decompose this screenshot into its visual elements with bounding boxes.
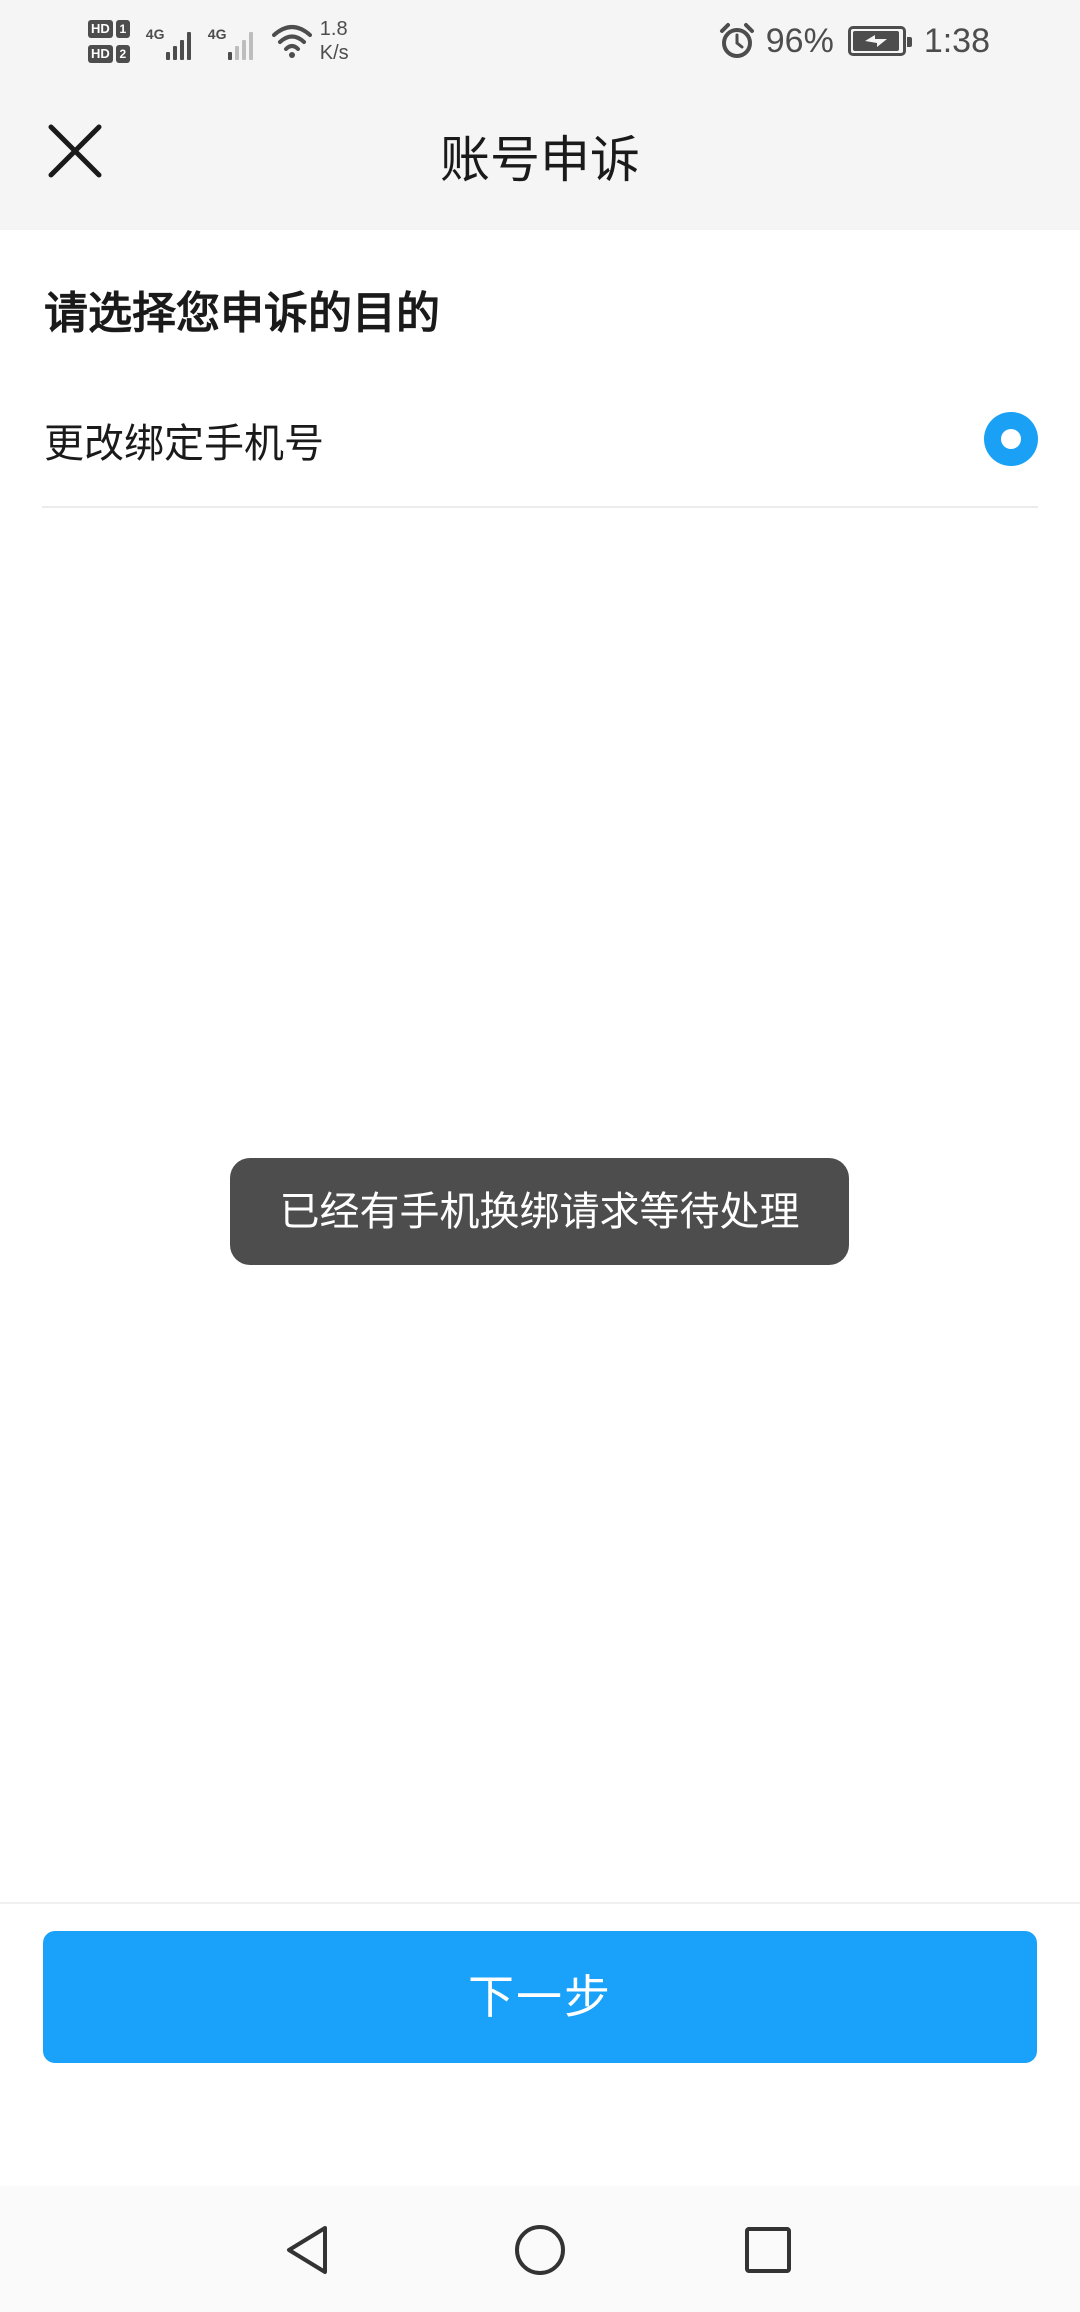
next-button[interactable]: 下一步 <box>43 1931 1037 2063</box>
clock: 1:38 <box>923 21 990 60</box>
network-speed: 1.8 K/s <box>320 17 349 65</box>
system-nav-bar <box>0 2186 1080 2312</box>
sim2-signal: 4G <box>208 18 264 64</box>
sim-indicators: HD 1 HD 2 <box>88 19 130 63</box>
sim2-hd-label: HD <box>88 44 113 63</box>
status-bar: HD 1 HD 2 4G 4G 1.8 K/s 96% 1:38 <box>0 0 1080 82</box>
battery-charging-icon <box>847 26 912 56</box>
wifi-icon <box>271 25 312 58</box>
signal-icon <box>165 30 196 60</box>
status-bar-left: HD 1 HD 2 4G 4G 1.8 K/s <box>88 12 349 70</box>
toast: 已经有手机换绑请求等待处理 <box>230 1158 849 1265</box>
status-bar-right: 96% 1:38 <box>718 14 990 68</box>
network-speed-unit: K/s <box>319 42 349 64</box>
recents-icon <box>745 2227 791 2273</box>
back-icon <box>287 2226 327 2274</box>
sim1-badge: HD 1 <box>88 19 130 38</box>
alarm-icon <box>719 23 754 58</box>
page-title: 账号申诉 <box>440 131 640 189</box>
next-button-label: 下一步 <box>468 1970 612 2024</box>
network-speed-value: 1.8 <box>319 18 348 40</box>
battery-percent: 96% <box>765 21 834 60</box>
section-title: 请选择您申诉的目的 <box>44 288 440 339</box>
sim1-network-type: 4G <box>145 26 165 42</box>
option-label: 更改绑定手机号 <box>44 421 324 467</box>
divider <box>0 1902 1080 1904</box>
sim1-signal: 4G <box>146 18 202 64</box>
home-button[interactable] <box>490 2200 590 2300</box>
home-icon <box>515 2225 565 2275</box>
signal-icon <box>227 30 258 60</box>
option-change-bound-phone[interactable]: 更改绑定手机号 <box>42 390 1038 508</box>
charging-bolt-icon <box>864 35 887 47</box>
sim2-badge: HD 2 <box>88 44 130 63</box>
sim2-network-type: 4G <box>207 26 227 42</box>
recents-button[interactable] <box>718 2200 818 2300</box>
toast-message: 已经有手机换绑请求等待处理 <box>279 1188 800 1235</box>
sim1-hd-label: HD <box>88 19 113 38</box>
radio-selected-icon[interactable] <box>984 412 1038 466</box>
app-header: 账号申诉 <box>0 82 1080 230</box>
sim1-number: 1 <box>115 19 130 38</box>
back-button[interactable] <box>258 2200 358 2300</box>
sim2-number: 2 <box>115 44 130 63</box>
